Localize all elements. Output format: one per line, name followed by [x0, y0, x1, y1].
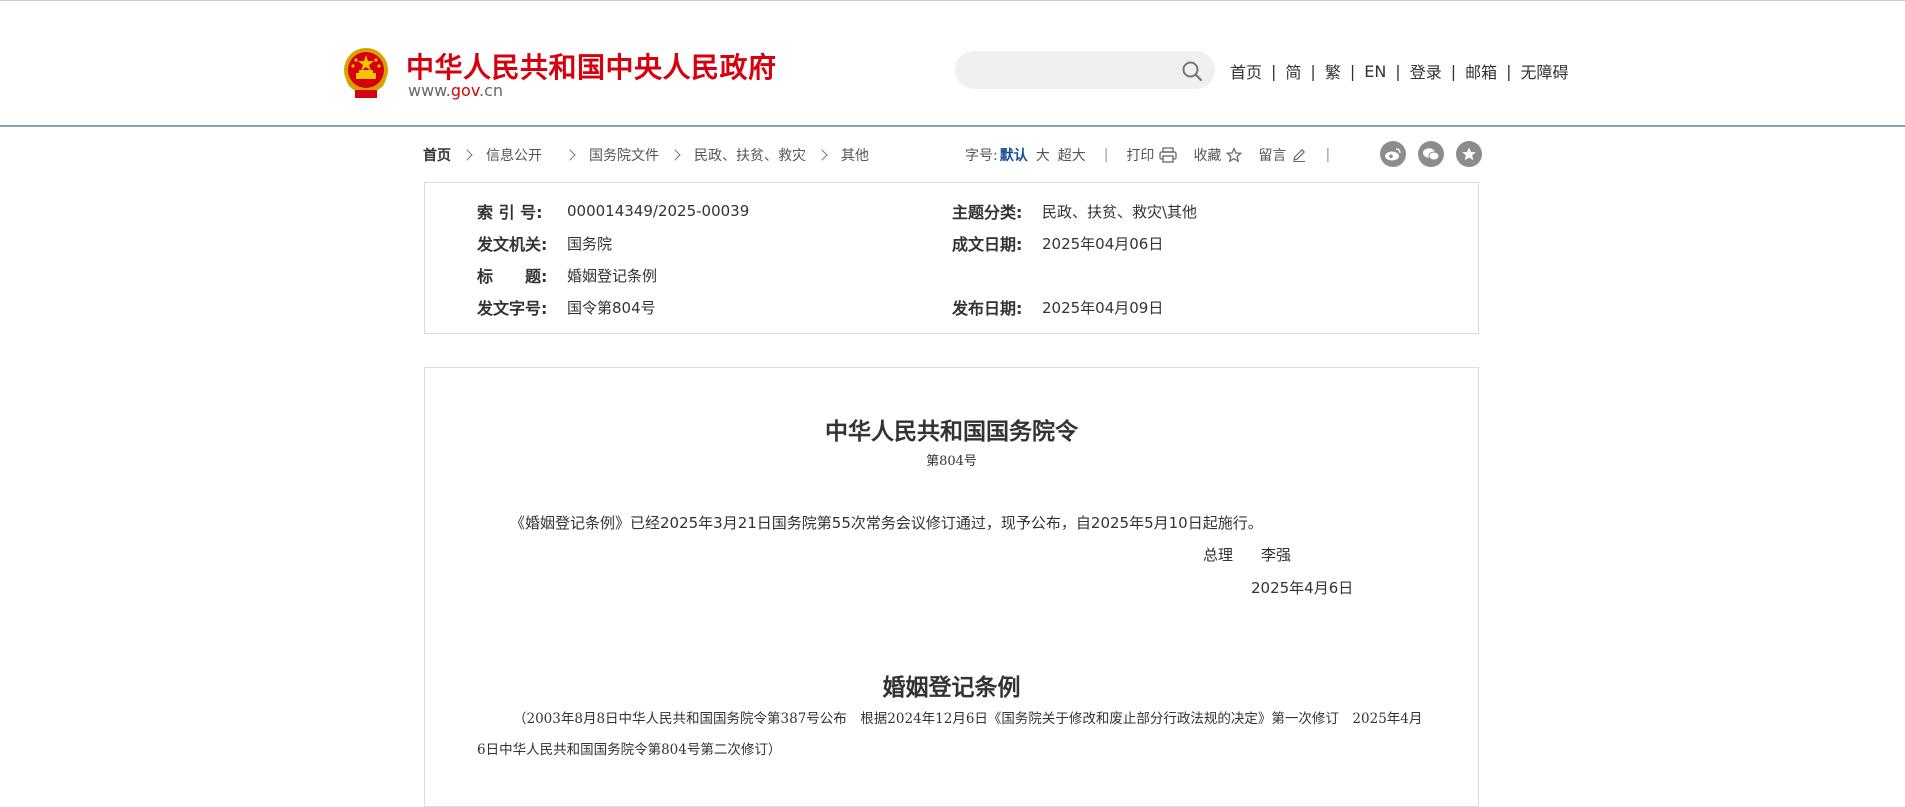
pencil-icon	[1293, 148, 1306, 162]
font-size-xlarge[interactable]: 超大	[1058, 145, 1086, 165]
order-number: 第804号	[926, 454, 977, 469]
font-size-large[interactable]: 大	[1036, 145, 1050, 165]
print-label: 打印	[1126, 148, 1155, 164]
favorite-label: 收藏	[1193, 148, 1222, 164]
info-title: 标 题: 婚姻登记条例	[477, 265, 658, 287]
info-date-written-label: 成文日期:	[952, 235, 1023, 254]
premier-title: 总理	[1203, 546, 1234, 564]
chevron-right-icon	[461, 149, 473, 161]
info-issuer-label: 发文机关:	[477, 235, 548, 254]
regulation-title: 婚姻登记条例	[882, 674, 1021, 701]
chevron-right-icon	[816, 149, 828, 161]
search-input[interactable]	[973, 57, 1167, 85]
search-icon[interactable]	[1181, 60, 1203, 82]
wechat-icon[interactable]	[1418, 141, 1444, 167]
chevron-right-icon	[669, 149, 681, 161]
star-icon	[1226, 147, 1243, 163]
nav-simplified[interactable]: 简	[1285, 59, 1301, 83]
info-topic: 主题分类: 民政、扶贫、救灾\其他	[952, 201, 1198, 223]
breadcrumb: 首页 信息公开 国务院文件 民政、扶贫、救灾 其他	[423, 145, 869, 165]
national-emblem-icon[interactable]	[341, 46, 391, 100]
info-doc-no-value: 国令第804号	[567, 298, 656, 317]
nav-traditional[interactable]: 繁	[1325, 59, 1341, 83]
domain-highlight: gov	[450, 81, 480, 100]
sign-date: 2025年4月6日	[1251, 579, 1354, 597]
search-box	[955, 51, 1215, 89]
nav-home[interactable]: 首页	[1230, 59, 1262, 83]
tools-separator: |	[1325, 147, 1331, 163]
share-bar	[1380, 141, 1494, 167]
nav-separator: |	[1271, 61, 1277, 81]
top-nav: 首页 | 简 | 繁 | EN | 登录 | 邮箱 | 无障碍	[1230, 59, 1569, 83]
nav-separator: |	[1506, 61, 1512, 81]
comment-button[interactable]: 留言	[1258, 145, 1307, 165]
tools-separator: |	[1103, 147, 1109, 163]
domain-prefix: www.	[408, 81, 451, 100]
breadcrumb-info-public[interactable]: 信息公开	[486, 145, 542, 165]
info-doc-no-label: 发文字号:	[477, 299, 548, 318]
breadcrumb-home[interactable]: 首页	[423, 145, 451, 165]
site-title[interactable]: 中华人民共和国中央人民政府	[406, 46, 777, 86]
info-index-value: 000014349/2025-00039	[567, 202, 750, 220]
site-domain: www.gov.cn	[408, 81, 503, 100]
nav-english[interactable]: EN	[1364, 62, 1386, 81]
info-index: 索 引 号: 000014349/2025-00039	[477, 201, 750, 222]
premier-signature: 总理 李强	[1203, 544, 1291, 565]
favorite-button[interactable]: 收藏	[1193, 145, 1243, 165]
breadcrumb-civil-affairs[interactable]: 民政、扶贫、救灾	[694, 145, 806, 165]
info-title-label: 标 题:	[477, 267, 548, 286]
info-title-value: 婚姻登记条例	[567, 266, 658, 285]
info-topic-value: 民政、扶贫、救灾\其他	[1042, 202, 1198, 221]
nav-separator: |	[1395, 61, 1401, 81]
nav-separator: |	[1450, 61, 1457, 81]
nav-accessibility[interactable]: 无障碍	[1521, 59, 1569, 83]
breadcrumb-state-council-docs[interactable]: 国务院文件	[589, 145, 659, 165]
font-size-default[interactable]: 默认	[1000, 145, 1028, 165]
info-date-written-value: 2025年04月06日	[1042, 234, 1164, 253]
nav-separator: |	[1349, 61, 1356, 81]
site-header: 中华人民共和国中央人民政府 www.gov.cn 首页 | 简 | 繁 | EN…	[0, 0, 1905, 127]
order-title: 中华人民共和国国务院令	[825, 418, 1078, 445]
print-button[interactable]: 打印	[1126, 145, 1178, 165]
font-size-label: 字号:	[965, 148, 998, 164]
info-publish-date-value: 2025年04月09日	[1042, 298, 1164, 317]
info-issuer: 发文机关: 国务院	[477, 233, 613, 255]
star-share-icon[interactable]	[1456, 141, 1482, 167]
info-doc-no: 发文字号: 国令第804号	[477, 297, 656, 319]
decree-text: 《婚姻登记条例》已经2025年3月21日国务院第55次常务会议修订通过，现予公布…	[510, 514, 1263, 532]
info-index-label: 索 引 号:	[477, 203, 543, 222]
info-date-written: 成文日期: 2025年04月06日	[952, 233, 1164, 255]
info-issuer-value: 国务院	[567, 234, 613, 253]
weibo-icon[interactable]	[1380, 141, 1406, 167]
breadcrumb-other[interactable]: 其他	[841, 145, 869, 165]
premier-name: 李强	[1261, 546, 1292, 564]
chevron-right-icon	[564, 149, 576, 161]
revision-history: （2003年8月8日中华人民共和国国务院令第387号公布 根据2024年12月6…	[477, 711, 1423, 758]
printer-icon	[1159, 147, 1178, 163]
info-publish-date-label: 发布日期:	[952, 299, 1023, 318]
nav-mail[interactable]: 邮箱	[1465, 59, 1497, 83]
nav-separator: |	[1310, 61, 1316, 81]
info-topic-label: 主题分类:	[952, 203, 1023, 222]
nav-login[interactable]: 登录	[1410, 59, 1442, 83]
info-publish-date: 发布日期: 2025年04月09日	[952, 297, 1164, 319]
domain-suffix: .cn	[479, 81, 504, 100]
comment-label: 留言	[1258, 148, 1287, 164]
article-tools: 字号: 默认 大 超大 | 打印 收藏 留言 |	[965, 145, 1348, 165]
header-divider	[0, 125, 1905, 127]
